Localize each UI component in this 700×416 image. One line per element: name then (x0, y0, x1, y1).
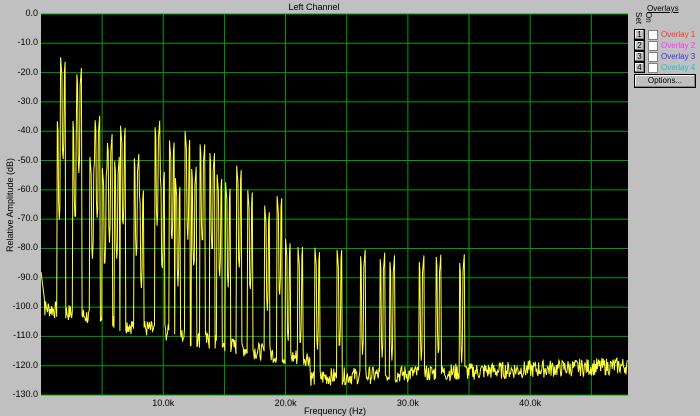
y-tick-label: -60.0 (17, 183, 38, 194)
overlay-label-3: Overlay 3 (661, 52, 696, 61)
plot-area (41, 14, 628, 395)
overlay-row-4: 4 Overlay 4 (634, 62, 695, 73)
y-tick-label: -40.0 (17, 125, 38, 136)
options-button[interactable]: Options... (634, 74, 696, 88)
set-button-3[interactable]: 3 (634, 51, 645, 62)
set-button-2[interactable]: 2 (634, 40, 645, 51)
overlay-checkbox-3[interactable] (648, 51, 658, 62)
x-tick-label: 20.0k (274, 398, 297, 408)
y-tick-label: -30.0 (17, 95, 38, 106)
y-tick-label: -80.0 (17, 242, 38, 253)
x-tick-label: 40.0k (519, 398, 542, 408)
overlay-row-3: 3 Overlay 3 (634, 51, 695, 62)
set-header: Set (634, 12, 643, 25)
overlay-row-2: 2 Overlay 2 (634, 40, 695, 51)
y-tick-label: -120.0 (12, 359, 38, 370)
overlay-label-4: Overlay 4 (661, 63, 696, 72)
y-tick-label: -20.0 (17, 66, 38, 77)
y-tick-label: -10.0 (17, 37, 38, 48)
chart-title: Left Channel (288, 2, 340, 12)
y-tick-label: -130.0 (12, 389, 38, 399)
overlay-checkbox-2[interactable] (648, 40, 658, 51)
set-button-4[interactable]: 4 (634, 62, 645, 73)
x-tick-label: 10.0k (152, 398, 175, 408)
overlay-checkbox-4[interactable] (648, 62, 658, 73)
y-tick-label: -70.0 (17, 213, 38, 224)
y-tick-label: -100.0 (12, 301, 38, 312)
set-button-1[interactable]: 1 (634, 29, 645, 40)
on-header: On (644, 12, 653, 23)
overlay-checkbox-1[interactable] (648, 29, 658, 40)
overlay-row-1: 1 Overlay 1 (634, 29, 695, 40)
y-tick-label: -50.0 (17, 154, 38, 165)
overlay-label-2: Overlay 2 (661, 41, 696, 50)
overlay-label-1: Overlay 1 (661, 30, 696, 39)
y-tick-label: -110.0 (13, 330, 38, 341)
spectrum-plot (40, 13, 628, 396)
x-tick-label: 30.0k (396, 398, 419, 408)
y-tick-label: -90.0 (17, 271, 38, 282)
y-tick-label: 0.0 (25, 8, 38, 18)
